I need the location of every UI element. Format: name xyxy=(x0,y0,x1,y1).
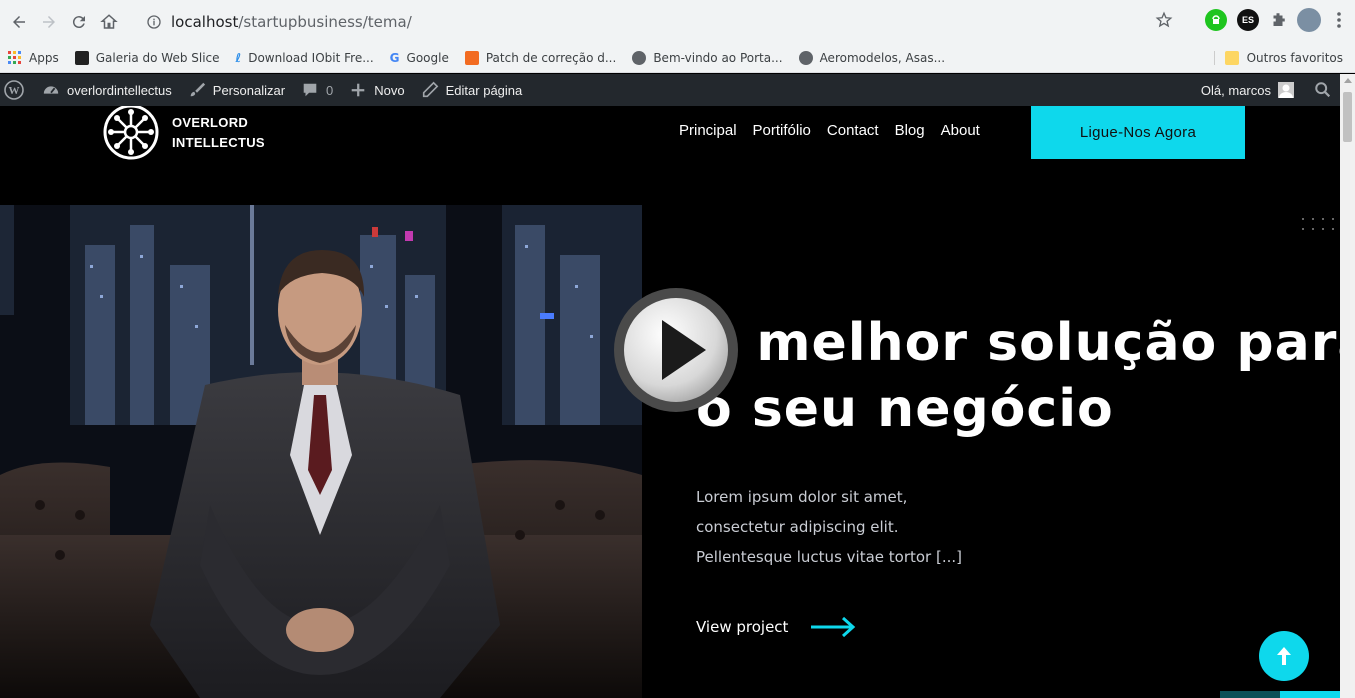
admin-site-link[interactable]: overlordintellectus xyxy=(34,74,180,106)
edit-page-link[interactable]: Editar página xyxy=(413,74,531,106)
new-content-link[interactable]: Novo xyxy=(341,74,412,106)
comments-count: 0 xyxy=(326,82,334,98)
profile-avatar[interactable] xyxy=(1297,8,1321,32)
pencil-icon xyxy=(422,81,438,98)
logo-network-icon xyxy=(103,106,159,160)
site-page: OVERLORD INTELLECTUS Principal Portifóli… xyxy=(0,106,1340,698)
hero-title-line2: o seu negócio xyxy=(696,379,1114,439)
call-now-button[interactable]: Ligue-Nos Agora xyxy=(1031,106,1245,159)
google-icon: G xyxy=(389,51,400,65)
bookmark-google[interactable]: G Google xyxy=(382,51,457,65)
bookmark-label: Galeria do Web Slice xyxy=(95,51,220,65)
menu-item-portifolio[interactable]: Portifólio xyxy=(753,122,811,139)
menu-item-blog[interactable]: Blog xyxy=(895,122,925,139)
forward-arrow-icon[interactable] xyxy=(34,7,64,37)
play-video-icon[interactable] xyxy=(612,286,740,414)
arrow-right-icon xyxy=(811,616,856,638)
greeting-text: Olá, marcos xyxy=(1200,82,1271,98)
hero-title-line1: A melhor solução para xyxy=(696,313,1340,373)
hero-text-line3: Pellentesque luctus vitae tortor [...] xyxy=(696,548,962,566)
other-bookmarks[interactable]: Outros favoritos xyxy=(1213,51,1343,65)
arrow-up-icon xyxy=(1277,647,1291,665)
web-slice-icon xyxy=(74,51,89,65)
browser-toolbar: localhost/startupbusiness/tema/ ES xyxy=(0,0,1355,44)
search-icon[interactable] xyxy=(1314,81,1332,99)
account-menu[interactable]: Olá, marcos xyxy=(1201,74,1294,106)
bookmark-web-slice[interactable]: Galeria do Web Slice xyxy=(67,51,228,65)
hero-title: A melhor solução para o seu negócio xyxy=(696,310,1340,442)
customize-link[interactable]: Personalizar xyxy=(180,74,293,106)
extensions-puzzle-icon[interactable] xyxy=(1269,11,1287,29)
hero-photo xyxy=(0,205,642,698)
scroll-to-top-button[interactable] xyxy=(1259,631,1309,681)
logo-line2: INTELLECTUS xyxy=(172,135,265,150)
bookmark-label: Patch de correção d... xyxy=(485,51,617,65)
globe-icon xyxy=(632,51,647,65)
bookmark-apps[interactable]: Apps xyxy=(0,51,67,65)
bookmark-portal[interactable]: Bem-vindo ao Porta... xyxy=(624,51,790,65)
bookmarks-bar: Apps Galeria do Web Slice ℓ Download IOb… xyxy=(0,44,1355,73)
customize-label: Personalizar xyxy=(212,82,286,98)
logo-line1: OVERLORD xyxy=(172,115,249,130)
menu-item-principal[interactable]: Principal xyxy=(679,122,737,139)
bookmark-label: Download IObit Fre... xyxy=(248,51,374,65)
wp-admin-bar: W overlordintellectus Personalizar 0 Nov… xyxy=(0,74,1340,106)
user-avatar xyxy=(1278,82,1294,98)
scroll-up-arrow-icon[interactable] xyxy=(1344,78,1352,83)
bookmark-iobit[interactable]: ℓ Download IObit Fre... xyxy=(228,51,382,65)
svg-text:W: W xyxy=(9,85,20,97)
admin-site-name: overlordintellectus xyxy=(67,82,172,98)
bookmark-label: Google xyxy=(406,51,449,65)
site-logo[interactable]: OVERLORD INTELLECTUS xyxy=(98,106,265,164)
chrome-menu-icon[interactable] xyxy=(1331,11,1347,29)
home-icon[interactable] xyxy=(94,7,124,37)
page-scrollbar[interactable] xyxy=(1340,74,1355,698)
reload-icon[interactable] xyxy=(64,7,94,37)
main-menu: Principal Portifólio Contact Blog About xyxy=(679,122,980,139)
info-icon[interactable] xyxy=(146,14,162,30)
address-bar[interactable]: localhost/startupbusiness/tema/ xyxy=(136,7,1186,37)
hero-description: Lorem ipsum dolor sit amet, consectetur … xyxy=(696,482,996,572)
view-project-link[interactable]: View project xyxy=(696,616,856,638)
folder-icon xyxy=(1224,51,1239,65)
menu-item-contact[interactable]: Contact xyxy=(827,122,879,139)
patch-icon xyxy=(464,51,479,65)
hero-text-line2: consectetur adipiscing elit. xyxy=(696,518,899,536)
globe-icon xyxy=(798,51,813,65)
green-extension-icon[interactable] xyxy=(1205,9,1227,31)
bookmark-label: Apps xyxy=(29,51,59,65)
back-arrow-icon[interactable] xyxy=(4,7,34,37)
new-label: Novo xyxy=(374,82,405,98)
dashboard-icon xyxy=(43,86,59,94)
es-extension-icon[interactable]: ES xyxy=(1237,9,1259,31)
slider-progress-bar xyxy=(1220,691,1340,698)
url-text: localhost/startupbusiness/tema/ xyxy=(171,13,412,31)
iobit-icon: ℓ xyxy=(235,51,242,65)
scroll-thumb[interactable] xyxy=(1343,92,1352,142)
plus-icon xyxy=(351,83,365,97)
other-bookmarks-label: Outros favoritos xyxy=(1246,51,1343,65)
edit-page-label: Editar página xyxy=(445,82,523,98)
hero-text-line1: Lorem ipsum dolor sit amet, xyxy=(696,488,908,506)
wordpress-logo-icon[interactable]: W xyxy=(0,74,34,106)
view-project-label: View project xyxy=(696,618,789,636)
comments-link[interactable]: 0 xyxy=(293,74,341,106)
decorative-dots xyxy=(1302,218,1336,232)
bookmark-aeromodelos[interactable]: Aeromodelos, Asas... xyxy=(791,51,954,65)
menu-item-about[interactable]: About xyxy=(941,122,980,139)
star-bookmark-icon[interactable] xyxy=(1155,11,1173,29)
bookmark-patch[interactable]: Patch de correção d... xyxy=(457,51,624,65)
comment-bubble-icon xyxy=(303,83,317,97)
paintbrush-icon xyxy=(190,82,205,97)
bookmark-label: Aeromodelos, Asas... xyxy=(819,51,946,65)
apps-grid-icon xyxy=(8,51,21,64)
bookmark-label: Bem-vindo ao Porta... xyxy=(653,51,783,65)
